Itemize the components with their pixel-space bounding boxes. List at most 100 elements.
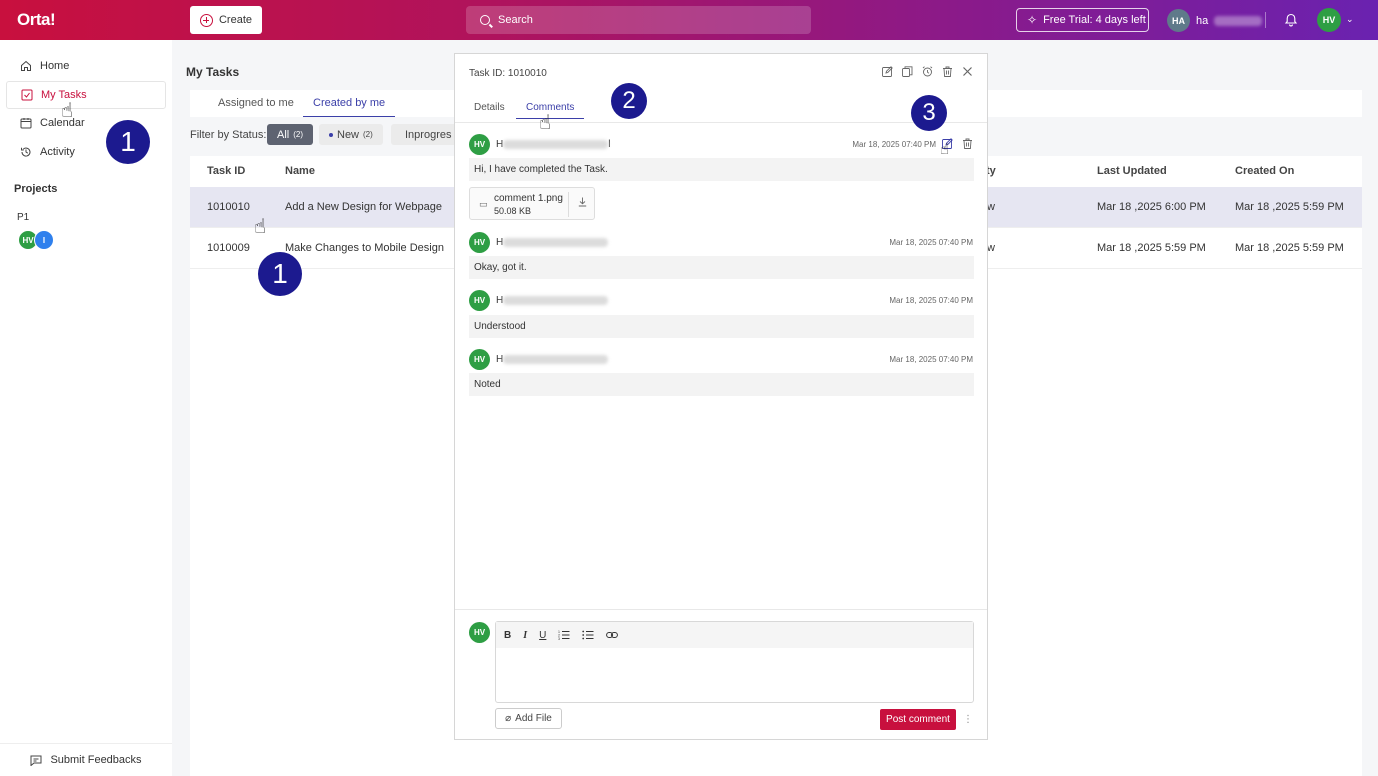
plus-circle-icon — [199, 13, 213, 27]
column-header[interactable]: Name — [285, 165, 315, 177]
step-marker: 1 — [258, 252, 302, 296]
last-updated-cell: Mar 18 ,2025 6:00 PM — [1097, 201, 1206, 213]
filter-chip-inprogress[interactable]: Inprogres — [391, 124, 461, 145]
comment-timestamp: Mar 18, 2025 07:40 PM — [852, 140, 936, 149]
task-id-cell: 1010009 — [207, 242, 250, 254]
step-marker: 3 — [911, 95, 947, 131]
comment-author-end: l — [608, 138, 611, 150]
search-icon — [480, 15, 490, 25]
comment-editor[interactable]: B I U 123 — [495, 621, 974, 703]
more-options-icon[interactable]: ⋮ — [963, 714, 973, 725]
tab-details[interactable]: Details — [474, 102, 505, 113]
filter-chip-all[interactable]: All (2) — [267, 124, 314, 145]
italic-button[interactable]: I — [523, 630, 527, 641]
svg-text:3: 3 — [558, 637, 560, 640]
hand-cursor-icon: ☝ — [61, 100, 74, 122]
blurred-name — [503, 295, 609, 305]
search-placeholder: Search — [498, 14, 533, 26]
projects-title: Projects — [14, 183, 58, 195]
user-name: ha — [1196, 14, 1209, 27]
trash-icon[interactable] — [962, 138, 973, 149]
free-trial-button[interactable]: ✧ Free Trial: 4 days left — [1016, 8, 1149, 32]
comment-text: Hi, I have completed the Task. — [469, 158, 974, 181]
filter-chip-new[interactable]: New (2) — [319, 124, 383, 145]
task-name-cell[interactable]: Add a New Design for Webpage — [285, 201, 442, 213]
download-icon[interactable] — [578, 197, 587, 207]
comment-header: HV H — [469, 289, 609, 311]
step-marker: 1 — [106, 120, 150, 164]
panel-actions — [882, 66, 973, 77]
chevron-down-icon[interactable]: ⌄ — [1346, 14, 1354, 25]
comment-author-initial: H — [496, 236, 504, 248]
add-file-label: Add File — [515, 713, 552, 724]
filter-chip-label: All — [277, 128, 290, 141]
divider — [455, 609, 987, 610]
underline-button[interactable]: U — [539, 630, 546, 641]
comment-timestamp: Mar 18, 2025 07:40 PM — [889, 355, 973, 364]
sidebar-item-label: Home — [40, 60, 70, 72]
bell-icon[interactable] — [1284, 13, 1298, 27]
task-id-value: 1010010 — [507, 68, 547, 79]
blurred-name — [503, 237, 609, 247]
add-file-button[interactable]: ⌀ Add File — [495, 708, 562, 729]
status-dot — [329, 132, 333, 137]
attachment-size: 50.08 KB — [494, 206, 532, 216]
column-header[interactable]: Task ID — [207, 165, 245, 177]
alarm-icon[interactable] — [922, 66, 933, 77]
paperclip-icon: ⌀ — [505, 713, 512, 724]
search-input[interactable]: Search — [466, 6, 811, 34]
avatar: HV — [469, 348, 490, 370]
workspace-user[interactable]: HA ha — [1167, 9, 1263, 32]
avatar: HV — [469, 289, 490, 311]
edit-icon[interactable] — [882, 66, 893, 77]
task-detail-panel: Task ID: 1010010 Details Comments HV H l… — [454, 53, 988, 740]
blurred-name — [1214, 15, 1263, 26]
comment-author-initial: H — [496, 294, 504, 306]
hand-cursor-icon: ☝ — [539, 112, 552, 134]
hand-cursor-icon: ☝ — [254, 216, 267, 238]
column-header[interactable]: Last Updated — [1097, 165, 1167, 177]
checkbox-icon — [21, 89, 33, 101]
attachment[interactable]: ▭ comment 1.png 50.08 KB — [469, 187, 595, 220]
filter-chip-label: Inprogres — [405, 128, 452, 141]
link-icon[interactable] — [606, 631, 619, 639]
editor-toolbar: B I U 123 — [496, 622, 973, 648]
created-on-cell: Mar 18 ,2025 5:59 PM — [1235, 242, 1344, 254]
status-cell: w — [987, 242, 995, 254]
created-on-cell: Mar 18 ,2025 5:59 PM — [1235, 201, 1344, 213]
project-item-p1[interactable]: P1 — [17, 212, 29, 223]
sidebar-item-home[interactable]: Home — [6, 52, 166, 80]
avatar: HA — [1167, 9, 1190, 32]
sparkle-icon: ✧ — [1027, 13, 1038, 27]
submit-feedback-button[interactable]: Submit Feedbacks — [0, 743, 172, 776]
task-id-header: Task ID: 1010010 — [469, 68, 547, 79]
column-header[interactable]: Created On — [1235, 165, 1294, 177]
page-title: My Tasks — [186, 65, 240, 79]
tab-created-by-me[interactable]: Created by me — [303, 90, 396, 117]
task-name-cell[interactable]: Make Changes to Mobile Design — [285, 242, 444, 254]
submit-feedback-label: Submit Feedbacks — [50, 754, 142, 766]
ordered-list-icon[interactable]: 123 — [558, 630, 570, 640]
hand-cursor-icon: ☝ — [940, 141, 950, 158]
filter-label: Filter by Status: — [190, 129, 267, 141]
comment-header: HV H l — [469, 133, 611, 155]
copy-icon[interactable] — [902, 66, 913, 77]
bold-button[interactable]: B — [504, 630, 511, 641]
attachment-name: comment 1.png — [494, 193, 563, 204]
comment-timestamp: Mar 18, 2025 07:40 PM — [889, 238, 973, 247]
create-button[interactable]: Create — [190, 6, 262, 34]
status-cell: w — [987, 201, 995, 213]
comment-timestamp: Mar 18, 2025 07:40 PM — [889, 296, 973, 305]
post-comment-button[interactable]: Post comment — [880, 709, 956, 730]
profile-avatar[interactable]: HV — [1317, 8, 1341, 32]
trash-icon[interactable] — [942, 66, 953, 77]
close-icon[interactable] — [962, 66, 973, 77]
app-logo[interactable]: Orta! — [17, 10, 56, 30]
sidebar-item-my-tasks[interactable]: My Tasks — [6, 81, 166, 109]
task-id-label: Task ID: — [469, 68, 506, 79]
tab-assigned-to-me[interactable]: Assigned to me — [218, 90, 294, 117]
filter-chip-label: New — [337, 128, 360, 141]
bullet-list-icon[interactable] — [582, 630, 594, 640]
filter-chip-count: (2) — [363, 130, 373, 139]
avatar: I — [34, 230, 54, 250]
